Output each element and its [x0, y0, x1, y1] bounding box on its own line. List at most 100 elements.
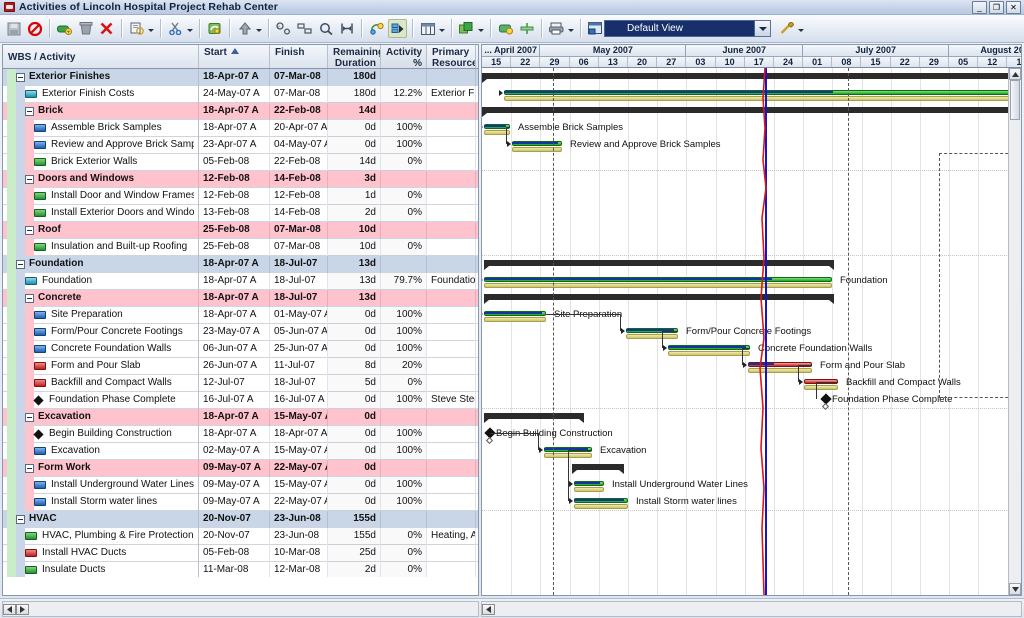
- table-row[interactable]: Exterior Finish Costs 24-May-07 A 07-Mar-0…: [3, 85, 478, 103]
- column-header-remaining-duration[interactable]: Remaining Duration: [328, 45, 381, 68]
- table-row[interactable]: Brick Exterior Walls 05-Feb-08 22-Feb-08 14…: [3, 153, 478, 171]
- scroll-up-button[interactable]: [1009, 68, 1021, 80]
- column-header-start[interactable]: Start: [199, 45, 270, 68]
- cut-icon[interactable]: [166, 19, 185, 38]
- view-selector[interactable]: Default View: [587, 19, 771, 38]
- expander-collapse-icon[interactable]: [16, 259, 25, 269]
- expander-collapse-icon[interactable]: [25, 106, 34, 116]
- restore-button[interactable]: ❐: [989, 1, 1004, 14]
- filter-icon[interactable]: [496, 19, 515, 38]
- relationship-link: [490, 433, 538, 434]
- gantt-summary-bar[interactable]: [482, 107, 1019, 117]
- trace-logic-icon[interactable]: [388, 19, 407, 38]
- gantt-summary-bar[interactable]: [484, 260, 834, 270]
- column-header-activity-complete[interactable]: Activity % Complete: [381, 45, 427, 68]
- gantt-summary-bar[interactable]: [482, 73, 1019, 83]
- table-row[interactable]: Foundation 18-Apr-07 A 18-Jul-07 13d 79.7% Fo…: [3, 272, 478, 290]
- remove-icon[interactable]: [97, 19, 116, 38]
- move-dropdown-caret[interactable]: [255, 19, 262, 38]
- expander-collapse-icon[interactable]: [25, 463, 34, 473]
- gantt-summary-bar[interactable]: [484, 413, 584, 423]
- zoom-out-timescale-icon[interactable]: [295, 19, 314, 38]
- indent-guide: [25, 357, 34, 375]
- gantt-scroll-left-button[interactable]: [482, 603, 495, 615]
- expander-collapse-icon[interactable]: [25, 174, 34, 184]
- table-row[interactable]: Install HVAC Ducts 05-Feb-08 10-Mar-08 25d 0…: [3, 544, 478, 562]
- table-row[interactable]: Insulate Ducts 11-Mar-08 12-Mar-08 2d 0%: [3, 561, 478, 577]
- table-row[interactable]: Install Exterior Doors and Windows 13-Feb…: [3, 204, 478, 222]
- gantt-vertical-scrollbar[interactable]: [1008, 68, 1021, 595]
- table-row[interactable]: Concrete Foundation Walls 06-Jun-07 A 25-J…: [3, 340, 478, 358]
- view-combobox[interactable]: Default View: [604, 20, 755, 37]
- column-header-primary-resource[interactable]: Primary Resource: [427, 45, 476, 68]
- timescale-months-row[interactable]: ... April 2007 May 2007 June 2007 July 2007…: [482, 45, 1021, 57]
- table-row[interactable]: Doors and Windows 12-Feb-08 14-Feb-08 3d: [3, 170, 478, 188]
- gantt-summary-bar[interactable]: [572, 464, 624, 474]
- table-scroll-right-button[interactable]: [16, 603, 29, 615]
- group-and-sort-icon[interactable]: [457, 19, 476, 38]
- table-row[interactable]: HVAC, Plumbing & Fire Protection 20-Nov-0…: [3, 527, 478, 545]
- table-row[interactable]: Brick 18-Apr-07 A 22-Feb-08 14d: [3, 102, 478, 120]
- expander-collapse-icon[interactable]: [25, 412, 34, 422]
- table-row[interactable]: Install Underground Water Lines 09-May-07…: [3, 476, 478, 494]
- gantt-horizontal-scrollbar[interactable]: [481, 601, 1022, 617]
- close-button[interactable]: ✕: [1006, 1, 1021, 14]
- table-row[interactable]: Form and Pour Slab 26-Jun-07 A 11-Jul-07 8d…: [3, 357, 478, 375]
- table-row[interactable]: Form/Pour Concrete Footings 23-May-07 A 05…: [3, 323, 478, 341]
- expander-collapse-icon[interactable]: [16, 72, 25, 82]
- table-scroll-left-button[interactable]: [3, 603, 16, 615]
- table-row[interactable]: Foundation Phase Complete 16-Jul-07 A 16-J…: [3, 391, 478, 409]
- add-activity-icon[interactable]: +: [55, 19, 74, 38]
- table-row[interactable]: Insulation and Built-up Roofing 25-Feb-08…: [3, 238, 478, 256]
- table-row[interactable]: Install Door and Window Frames 12-Feb-08 1…: [3, 187, 478, 205]
- gantt-scroll-thumb[interactable]: [1010, 80, 1020, 120]
- table-horizontal-scrollbar[interactable]: [2, 601, 479, 617]
- zoom-in-timescale-icon[interactable]: +: [274, 19, 293, 38]
- view-dropdown-arrow[interactable]: [755, 20, 771, 37]
- zoom-icon[interactable]: [316, 19, 335, 38]
- columns-icon[interactable]: [418, 19, 437, 38]
- column-header-name[interactable]: WBS / Activity: [3, 45, 199, 68]
- table-row[interactable]: Roof 25-Feb-08 07-Mar-08 10d: [3, 221, 478, 239]
- group-dropdown-caret[interactable]: [477, 19, 484, 38]
- copy-dropdown-caret[interactable]: [147, 19, 154, 38]
- timescale-weeks-row[interactable]: 1522290613202703101724010815222905121926…: [482, 57, 1021, 68]
- expander-collapse-icon[interactable]: [16, 514, 25, 524]
- table-row[interactable]: Assemble Brick Samples 18-Apr-07 A 20-Apr-…: [3, 119, 478, 137]
- save-icon[interactable]: [4, 19, 23, 38]
- table-row[interactable]: Exterior Finishes 18-Apr-07 A 07-Mar-08 180…: [3, 69, 478, 86]
- table-row[interactable]: Excavation 18-Apr-07 A 15-May-07 A 0d: [3, 408, 478, 426]
- print-icon[interactable]: [547, 19, 566, 38]
- undo-icon[interactable]: [205, 19, 224, 38]
- table-row[interactable]: Form Work 09-May-07 A 22-May-07 A 0d: [3, 459, 478, 477]
- cancel-icon[interactable]: [25, 19, 44, 38]
- expander-collapse-icon[interactable]: [25, 225, 34, 235]
- expander-collapse-icon[interactable]: [25, 293, 34, 303]
- gantt-summary-bar[interactable]: [484, 294, 834, 304]
- relationship-lines-icon[interactable]: [367, 19, 386, 38]
- print-dropdown-caret[interactable]: [567, 19, 574, 38]
- settings-icon[interactable]: [777, 19, 796, 38]
- cut-dropdown-caret[interactable]: [186, 19, 193, 38]
- minimize-button[interactable]: _: [972, 1, 987, 14]
- table-row[interactable]: Begin Building Construction 18-Apr-07 A 18…: [3, 425, 478, 443]
- copy-icon[interactable]: [127, 19, 146, 38]
- table-row[interactable]: Backfill and Compact Walls 12-Jul-07 18-Ju…: [3, 374, 478, 392]
- table-row[interactable]: Install Storm water lines 09-May-07 A 22-M…: [3, 493, 478, 511]
- table-row[interactable]: HVAC 20-Nov-07 23-Jun-08 155d: [3, 510, 478, 528]
- settings-dropdown-caret[interactable]: [797, 19, 804, 38]
- table-row[interactable]: Site Preparation 18-Apr-07 A 01-May-07 A 0d…: [3, 306, 478, 324]
- move-up-icon[interactable]: [235, 19, 254, 38]
- columns-dropdown-caret[interactable]: [438, 19, 445, 38]
- delete-activity-icon[interactable]: [76, 19, 95, 38]
- activity-table-body[interactable]: Exterior Finishes 18-Apr-07 A 07-Mar-08 180…: [3, 69, 478, 577]
- table-row[interactable]: Foundation 18-Apr-07 A 18-Jul-07 13d: [3, 255, 478, 273]
- table-row[interactable]: Concrete 18-Apr-07 A 18-Jul-07 13d: [3, 289, 478, 307]
- table-row[interactable]: Excavation 02-May-07 A 15-May-07 A 0d 100%: [3, 442, 478, 460]
- gantt-canvas[interactable]: Assemble Brick Samples Review and Approve…: [482, 68, 1021, 595]
- page-setup-icon[interactable]: [517, 19, 536, 38]
- fit-to-window-icon[interactable]: [337, 19, 356, 38]
- scroll-down-button[interactable]: [1009, 583, 1021, 595]
- column-header-finish[interactable]: Finish: [270, 45, 328, 68]
- table-row[interactable]: Review and Approve Brick Samples 23-Apr-0…: [3, 136, 478, 154]
